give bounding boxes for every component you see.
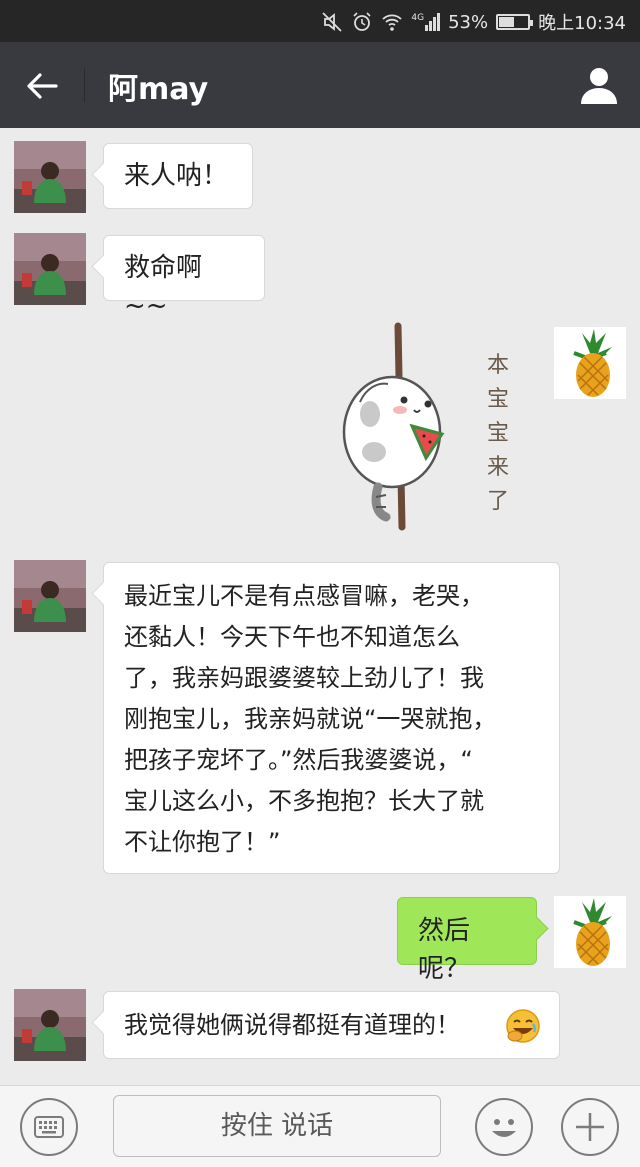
- my-avatar[interactable]: [554, 896, 626, 968]
- keyboard-icon: [34, 1116, 64, 1138]
- back-arrow-icon[interactable]: [22, 66, 62, 106]
- signal-4g-icon: 4G: [411, 13, 441, 31]
- status-icons: 4G 53% 晚上10:34: [321, 9, 626, 35]
- battery-icon: [496, 14, 534, 30]
- contact-photo: [14, 989, 86, 1061]
- contact-avatar[interactable]: [14, 141, 86, 213]
- wifi-icon: [382, 14, 403, 31]
- mute-icon: [322, 12, 343, 32]
- status-time: 晚上10:34: [538, 13, 626, 34]
- message-line: 把孩子宠坏了。”然后我婆婆说，“: [124, 746, 473, 774]
- alarm-icon: [353, 12, 371, 31]
- contact-avatar[interactable]: [14, 989, 86, 1061]
- header-divider: [84, 68, 85, 102]
- sent-message-bubble[interactable]: 然后呢？: [397, 897, 537, 984]
- pineapple-icon: [554, 896, 626, 968]
- smiley-icon: [492, 1119, 516, 1137]
- sticker-caption-3: 宝: [487, 421, 509, 446]
- status-bar: 4G 53% 晚上10:34: [0, 0, 640, 42]
- person-icon[interactable]: [578, 64, 620, 106]
- contact-photo: [14, 560, 86, 632]
- hold-to-talk-button[interactable]: 按住 说话: [113, 1095, 441, 1157]
- sticker-caption-4: 来: [487, 455, 509, 480]
- cat-pole-sticker[interactable]: 本 宝 宝 来 了: [330, 322, 530, 542]
- network-label: 4G: [411, 13, 425, 23]
- message-text: 来人呐！: [124, 161, 229, 191]
- message-text: 我觉得她俩说得都挺有道理的！: [124, 1011, 460, 1039]
- facepalm-laughing-emoji: [506, 1009, 540, 1043]
- input-bar: 按住 说话: [0, 1085, 640, 1167]
- keyboard-button[interactable]: [20, 1098, 78, 1156]
- contact-photo: [14, 233, 86, 305]
- pineapple-icon: [554, 327, 626, 399]
- my-avatar[interactable]: [554, 327, 626, 399]
- message-bubble[interactable]: 我觉得她俩说得都挺有道理的！: [103, 991, 560, 1059]
- message-text: 救命啊~~: [124, 253, 203, 321]
- emoji-button[interactable]: [475, 1098, 533, 1156]
- message-line: 不让你抱了！”: [124, 828, 281, 856]
- battery-level-fill: [499, 17, 515, 27]
- message-line: 还黏人！今天下午也不知道怎么: [124, 623, 460, 651]
- sticker-caption-1: 本: [487, 353, 509, 378]
- message-bubble[interactable]: 来人呐！: [103, 143, 253, 209]
- sticker-caption-5: 了: [487, 489, 509, 514]
- message-line: 刚抱宝儿，我亲妈就说“一哭就抱，: [124, 705, 497, 733]
- message-line: 最近宝儿不是有点感冒嘛，老哭，: [124, 582, 484, 610]
- chat-title: 阿may: [108, 72, 209, 107]
- message-text: 然后呢？: [418, 916, 471, 984]
- contact-photo: [14, 141, 86, 213]
- message-line: 宝儿这么小，不多抱抱？长大了就: [124, 787, 484, 815]
- more-button[interactable]: [561, 1098, 619, 1156]
- chat-header: 阿may: [0, 42, 640, 128]
- plus-icon: [576, 1113, 604, 1141]
- contact-avatar[interactable]: [14, 233, 86, 305]
- message-line: 了，我亲妈跟婆婆较上劲儿了！我: [124, 664, 484, 692]
- sticker-caption-2: 宝: [487, 387, 509, 412]
- battery-percent: 53%: [448, 11, 489, 33]
- contact-avatar[interactable]: [14, 560, 86, 632]
- message-bubble[interactable]: 最近宝儿不是有点感冒嘛，老哭， 还黏人！今天下午也不知道怎么 了，我亲妈跟婆婆较…: [103, 562, 560, 874]
- message-bubble[interactable]: 救命啊~~: [103, 235, 265, 321]
